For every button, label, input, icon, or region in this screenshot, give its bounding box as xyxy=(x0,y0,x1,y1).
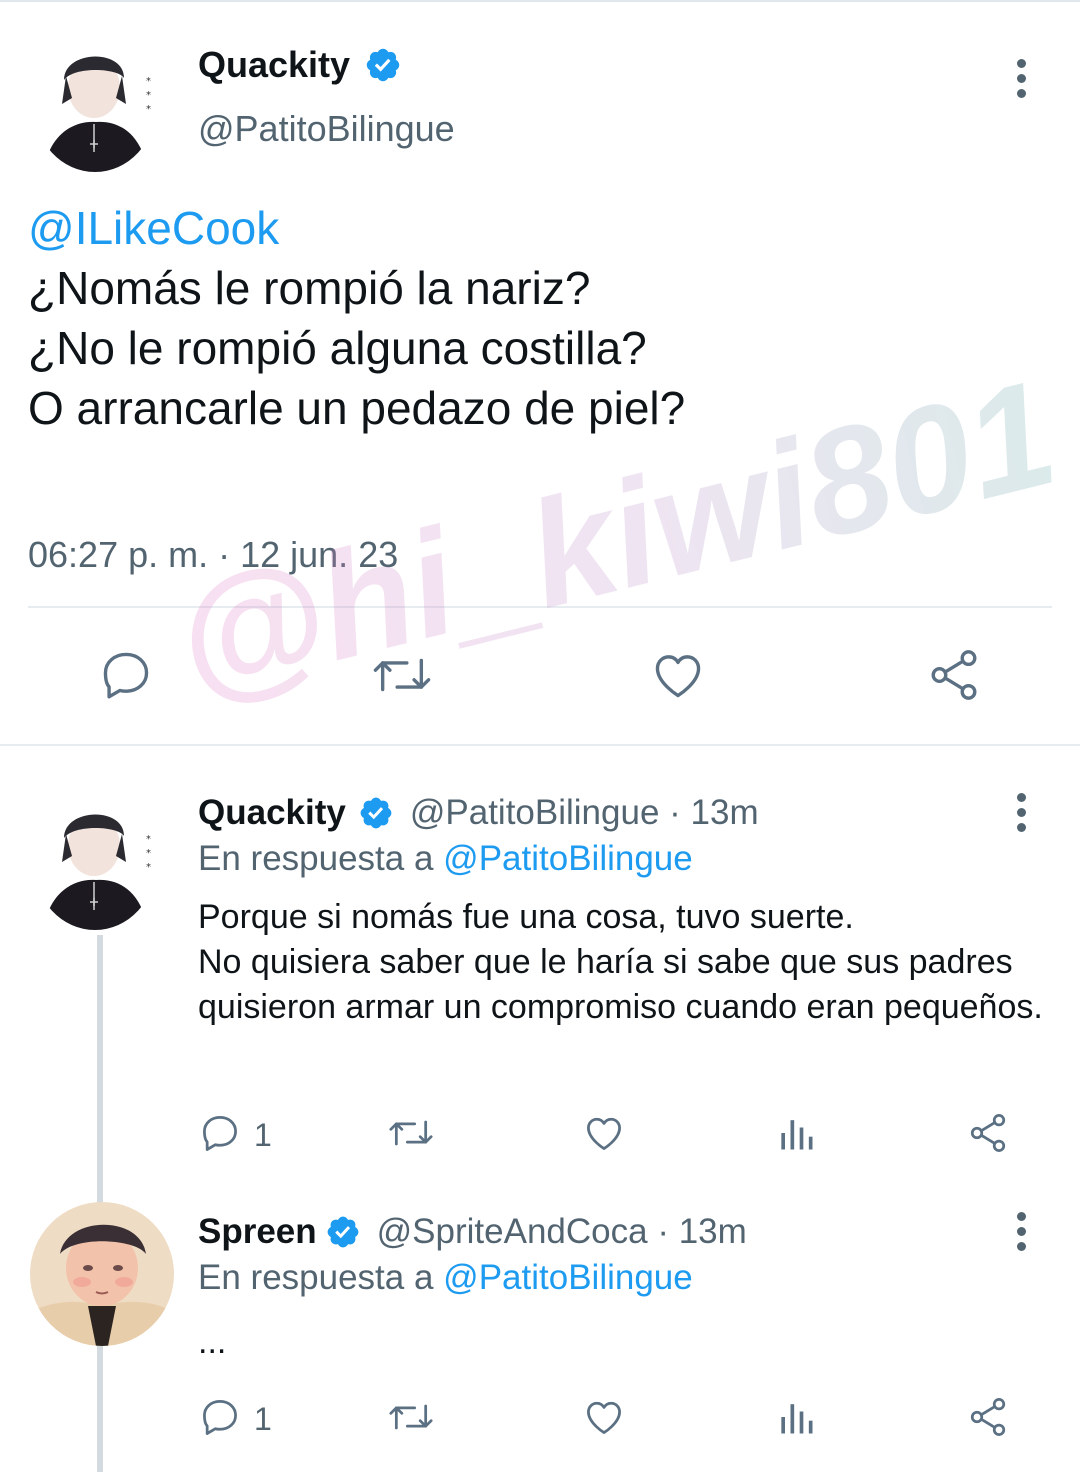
reply-button[interactable]: 1 xyxy=(198,1111,272,1160)
tweet-timestamp[interactable]: 06:27 p. m. · 12 jun. 23 xyxy=(28,534,398,576)
like-icon xyxy=(648,646,708,709)
like-icon xyxy=(581,1395,627,1444)
divider xyxy=(28,606,1052,608)
author-display-name[interactable]: Quackity xyxy=(198,44,350,86)
analytics-button[interactable] xyxy=(774,1395,818,1444)
tweet-line: ¿No le rompió alguna costilla? xyxy=(28,322,647,374)
reply-icon xyxy=(97,646,155,709)
reply-handle-time[interactable]: @SpriteAndCoca · 13m xyxy=(377,1212,747,1252)
retweet-button[interactable] xyxy=(370,645,434,709)
reply-author-row: Quackity @PatitoBilingue · 13m xyxy=(198,793,759,833)
retweet-button[interactable] xyxy=(386,1111,436,1160)
analytics-icon xyxy=(774,1395,818,1444)
reply-author-name[interactable]: Spreen xyxy=(198,1212,317,1252)
svg-text:*: * xyxy=(146,76,151,87)
svg-text:*: * xyxy=(146,90,151,101)
reply-button[interactable] xyxy=(94,645,158,709)
reply-context-label: En respuesta a xyxy=(198,1258,434,1297)
more-options-icon[interactable] xyxy=(1011,793,1031,838)
more-options-icon[interactable] xyxy=(1011,59,1031,104)
share-button[interactable] xyxy=(922,645,986,709)
svg-text:*: * xyxy=(146,104,151,115)
author-handle[interactable]: @PatitoBilingue xyxy=(198,108,455,150)
section-divider xyxy=(0,744,1080,746)
analytics-button[interactable] xyxy=(774,1111,818,1160)
reply-icon xyxy=(198,1395,242,1444)
retweet-icon xyxy=(386,1111,436,1160)
retweet-icon xyxy=(370,646,434,709)
more-options-icon[interactable] xyxy=(1011,1212,1031,1257)
svg-text:*: * xyxy=(146,62,151,73)
like-button[interactable] xyxy=(646,645,710,709)
reply-text: ... xyxy=(198,1323,227,1361)
reply-button[interactable]: 1 xyxy=(198,1395,272,1444)
reply-context-mention[interactable]: @PatitoBilingue xyxy=(443,839,693,878)
share-icon xyxy=(966,1395,1010,1444)
share-icon xyxy=(925,646,983,709)
verified-badge-icon xyxy=(358,795,394,831)
tweet-line: O arrancarle un pedazo de piel? xyxy=(28,382,686,434)
analytics-icon xyxy=(774,1111,818,1160)
tweet-line: ¿Nomás le rompió la nariz? xyxy=(28,262,591,314)
reply-icon xyxy=(198,1111,242,1160)
share-button[interactable] xyxy=(966,1111,1010,1160)
reply-author-row: Spreen @SpriteAndCoca · 13m xyxy=(198,1212,747,1252)
share-icon xyxy=(966,1111,1010,1160)
svg-text:*: * xyxy=(146,848,151,859)
avatar-spreen[interactable] xyxy=(30,1202,174,1346)
like-button[interactable] xyxy=(581,1395,627,1444)
verified-badge-icon xyxy=(325,1214,361,1250)
reply-count: 1 xyxy=(254,1117,272,1153)
main-tweet: * * * * Quackity @PatitoBilingue @ILikeC… xyxy=(0,0,1080,745)
svg-text:*: * xyxy=(146,862,151,873)
svg-text:*: * xyxy=(146,820,151,831)
like-button[interactable] xyxy=(581,1111,627,1160)
svg-text:*: * xyxy=(146,834,151,845)
reply-author-name[interactable]: Quackity xyxy=(198,793,346,833)
share-button[interactable] xyxy=(966,1395,1010,1444)
reply-text: Porque si nomás fue una cosa, tuvo suert… xyxy=(198,898,1043,1026)
reply-context: En respuesta a @PatitoBilingue xyxy=(198,1258,693,1298)
avatar-quackity[interactable]: * * * * xyxy=(34,40,156,172)
verified-badge-icon xyxy=(364,46,402,84)
tweet-text: @ILikeCook ¿Nomás le rompió la nariz? ¿N… xyxy=(28,198,685,438)
avatar-quackity[interactable]: * * * * xyxy=(34,798,156,930)
retweet-icon xyxy=(386,1395,436,1444)
reply-context-mention[interactable]: @PatitoBilingue xyxy=(443,1258,693,1297)
like-icon xyxy=(581,1111,627,1160)
mention-link[interactable]: @ILikeCook xyxy=(28,198,685,258)
retweet-button[interactable] xyxy=(386,1395,436,1444)
author-row: Quackity xyxy=(198,44,402,86)
reply-handle-time[interactable]: @PatitoBilingue · 13m xyxy=(410,793,759,833)
reply-context-label: En respuesta a xyxy=(198,839,434,878)
reply-count: 1 xyxy=(254,1401,272,1437)
reply-context: En respuesta a @PatitoBilingue xyxy=(198,839,693,879)
